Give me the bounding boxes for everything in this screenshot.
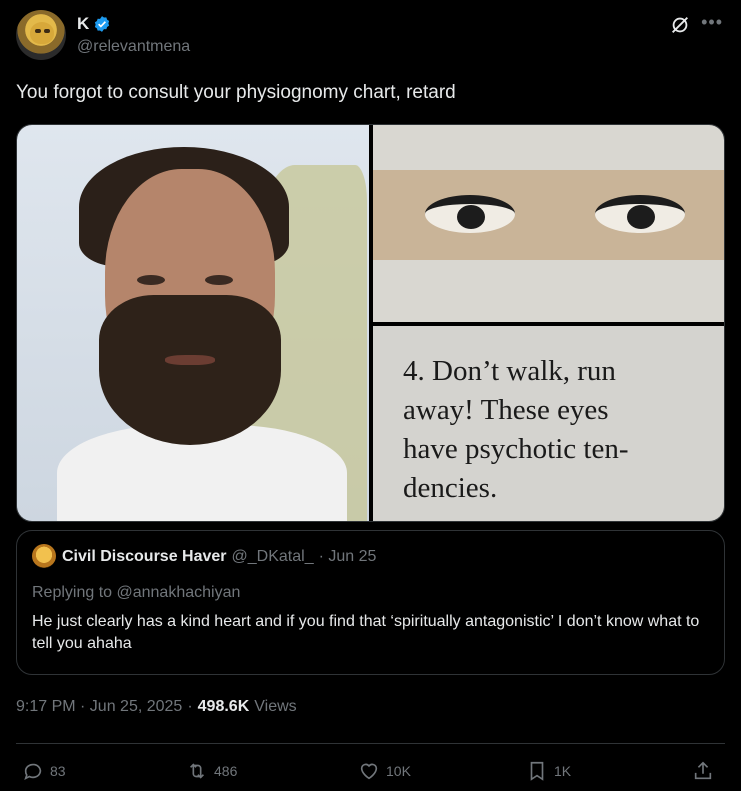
repost-count: 486 [214,763,238,779]
media-photo-text-clipping[interactable]: 4. Don’t walk, run away! These eyes have… [373,326,724,521]
media-caption-text: 4. Don’t walk, run away! These eyes have… [403,355,629,504]
verified-badge-icon [95,16,110,32]
share-button[interactable] [692,760,714,782]
reply-count: 83 [50,763,66,779]
divider [16,743,725,744]
author-name-row[interactable]: K [77,14,111,34]
post-media-grid[interactable]: 4. Don’t walk, run away! These eyes have… [16,124,725,522]
quoted-post[interactable]: Civil Discourse Haver @_DKatal_ · Jun 25… [16,530,725,675]
post-text: You forgot to consult your physiognomy c… [16,82,456,103]
quote-date[interactable]: · Jun 25 [319,548,377,566]
post-header: K @relevantmena ••• [16,10,725,62]
bookmark-count: 1K [554,763,572,779]
quote-text: He just clearly has a kind heart and if … [32,613,700,652]
author-handle[interactable]: @relevantmena [77,38,190,56]
like-count: 10K [386,763,411,779]
views-count: 498.6K [197,698,250,715]
like-button[interactable]: 10K [358,760,411,782]
share-icon [694,761,712,780]
media-photo-portrait[interactable] [17,125,369,521]
quote-header: Civil Discourse Haver @_DKatal_ · Jun 25 [62,548,376,566]
quote-handle[interactable]: @_DKatal_ [232,548,314,566]
post-meta: 9:17 PM · Jun 25, 2025 · 498.6K Views [16,698,297,716]
bookmark-icon [530,761,544,781]
quote-display-name[interactable]: Civil Discourse Haver [62,548,227,566]
author-display-name[interactable]: K [77,14,89,34]
grok-icon[interactable] [669,14,691,36]
media-photo-eyes[interactable] [373,125,724,322]
reply-icon [24,763,42,780]
author-avatar[interactable] [16,10,66,60]
meta-separator: · [187,698,193,715]
quote-replying-to[interactable]: Replying to @annakhachiyan [32,584,240,602]
quote-author-avatar[interactable] [32,544,56,568]
views-label: Views [254,698,297,715]
reply-button[interactable]: 83 [22,760,66,782]
more-icon[interactable]: ••• [701,12,723,33]
post-timestamp[interactable]: 9:17 PM · Jun 25, 2025 [16,698,182,716]
repost-button[interactable]: 486 [186,760,237,782]
repost-icon [189,763,205,779]
like-icon [360,763,378,780]
bookmark-button[interactable]: 1K [526,760,571,782]
action-bar: 83 486 10K 1K [16,760,725,786]
